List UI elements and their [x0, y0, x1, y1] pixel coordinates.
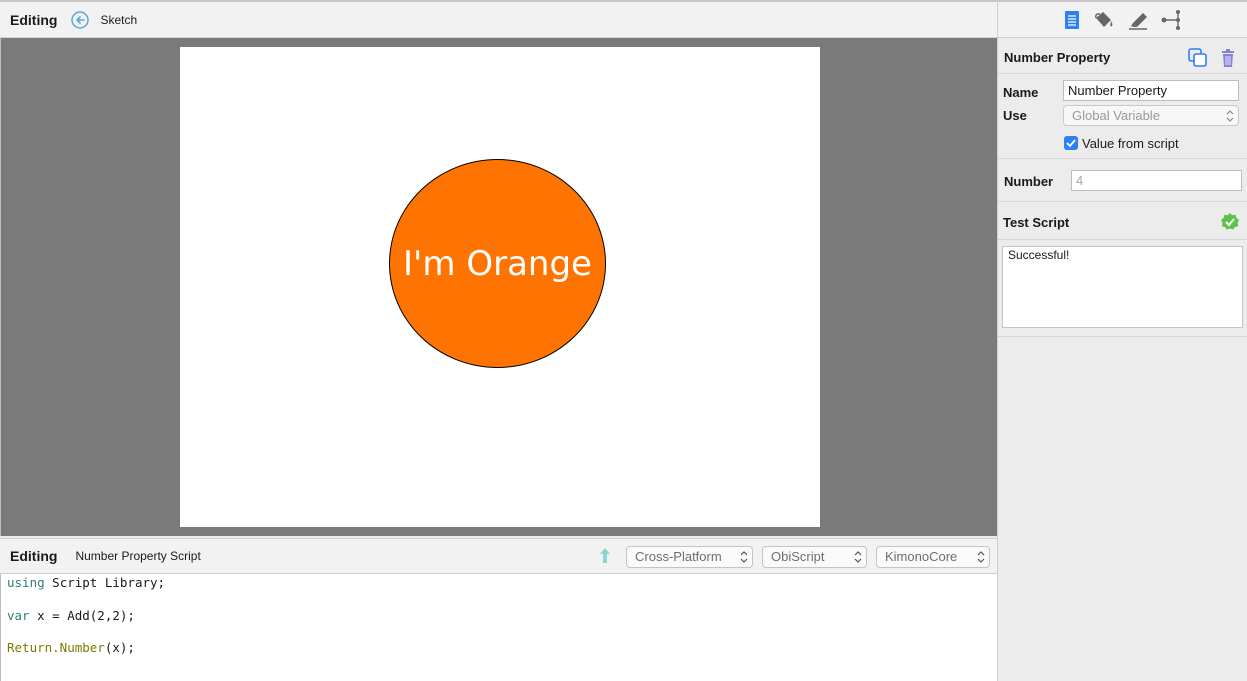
use-select[interactable]: Global Variable: [1063, 105, 1239, 126]
property-header: Number Property: [998, 38, 1247, 74]
back-arrow-icon[interactable]: [71, 10, 90, 29]
orange-circle-shape[interactable]: I'm Orange: [389, 159, 606, 368]
code-line: using Script Library;: [7, 575, 991, 591]
code-text: Script Library;: [44, 575, 166, 590]
artboard[interactable]: I'm Orange: [180, 47, 820, 527]
script-editing-label: Editing: [10, 548, 58, 564]
chevron-updown-icon: [740, 551, 748, 563]
code-line: Return.Number(x);: [7, 640, 991, 656]
checkmark-icon: [1066, 139, 1076, 148]
value-from-script-label: Value from script: [1082, 136, 1179, 151]
number-field[interactable]: 4: [1071, 170, 1242, 191]
name-field[interactable]: Number Property: [1063, 80, 1239, 101]
code-text: x = Add(2,2);: [29, 607, 135, 623]
trash-icon[interactable]: [1218, 48, 1238, 68]
paint-bucket-icon[interactable]: [1092, 9, 1116, 31]
code-function: Return.Number: [7, 640, 105, 656]
divider: [998, 158, 1247, 159]
name-field-value: Number Property: [1068, 83, 1167, 98]
code-text: (x);: [104, 640, 135, 656]
chevron-updown-icon: [854, 551, 862, 563]
chevron-updown-icon: [977, 551, 985, 563]
library-select-value: KimonoCore: [885, 549, 958, 564]
library-select[interactable]: KimonoCore: [876, 546, 990, 568]
circle-text: I'm Orange: [403, 243, 592, 284]
breadcrumb[interactable]: Sketch: [100, 13, 137, 27]
script-editing-bar: Editing Number Property Script Cross-Pla…: [0, 538, 997, 574]
upload-arrow-icon[interactable]: [597, 546, 613, 566]
platform-select[interactable]: Cross-Platform: [626, 546, 753, 568]
chevron-updown-icon: [1226, 110, 1234, 122]
connections-icon[interactable]: [1160, 9, 1184, 31]
value-from-script-checkbox[interactable]: [1064, 136, 1078, 150]
test-output-text: Successful!: [1008, 248, 1070, 262]
language-select[interactable]: ObiScript: [762, 546, 867, 568]
script-name: Number Property Script: [75, 549, 201, 563]
use-label: Use: [1003, 108, 1027, 123]
code-line: var x = Add(2,2);: [7, 608, 991, 624]
language-select-value: ObiScript: [771, 549, 825, 564]
document-list-icon[interactable]: [1060, 9, 1084, 31]
number-label: Number: [1004, 174, 1054, 189]
divider: [998, 239, 1247, 240]
platform-select-value: Cross-Platform: [635, 549, 722, 564]
editing-mode-label: Editing: [10, 11, 58, 28]
use-select-value: Global Variable: [1072, 108, 1160, 123]
success-check-icon: [1220, 212, 1240, 232]
property-title: Number Property: [1004, 50, 1111, 65]
name-label: Name: [1003, 85, 1039, 100]
divider: [998, 336, 1247, 337]
top-editing-bar: Editing Sketch: [0, 0, 997, 38]
test-script-label: Test Script: [1003, 215, 1070, 230]
divider: [998, 201, 1247, 202]
number-field-value: 4: [1076, 173, 1084, 188]
inspector-toolbar: [998, 0, 1247, 38]
code-editor[interactable]: using Script Library; var x = Add(2,2); …: [0, 574, 997, 681]
test-output-box[interactable]: Successful!: [1002, 246, 1243, 328]
duplicate-icon[interactable]: [1188, 48, 1208, 68]
code-keyword: using: [7, 575, 45, 590]
code-keyword: var: [7, 607, 30, 623]
canvas-area[interactable]: I'm Orange: [0, 38, 997, 536]
inspector-panel: Number Property Name Number Property Use…: [997, 0, 1247, 681]
highlighter-icon[interactable]: [1126, 9, 1150, 31]
